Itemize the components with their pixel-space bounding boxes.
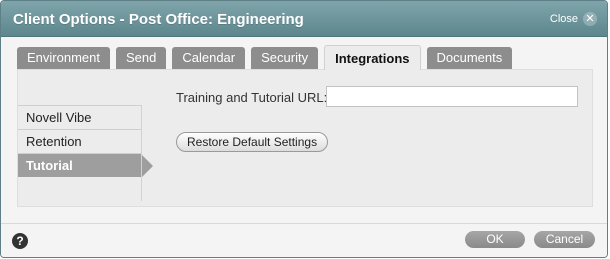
dialog-title: Client Options - Post Office: Engineerin… <box>13 11 304 28</box>
tab-security[interactable]: Security <box>251 47 319 69</box>
sidebar-item-retention[interactable]: Retention <box>18 129 141 153</box>
tab-documents[interactable]: Documents <box>426 47 513 69</box>
integrations-panel: Novell Vibe Retention Tutorial Training … <box>17 69 593 207</box>
tab-integrations[interactable]: Integrations <box>324 45 421 70</box>
tab-environment[interactable]: Environment <box>17 47 110 69</box>
sidebar-item-tutorial[interactable]: Tutorial <box>18 153 153 178</box>
sidebar-divider <box>141 105 142 201</box>
tutorial-url-input[interactable] <box>326 86 578 107</box>
dialog-footer: ? OK Cancel <box>1 223 607 257</box>
tab-calendar[interactable]: Calendar <box>172 47 246 69</box>
integrations-sidebar: Novell Vibe Retention Tutorial <box>18 105 153 178</box>
client-options-dialog: Client Options - Post Office: Engineerin… <box>0 0 608 258</box>
tutorial-url-label: Training and Tutorial URL: <box>176 90 328 105</box>
close-label: Close <box>549 13 578 25</box>
ok-button[interactable]: OK <box>465 231 525 248</box>
close-button[interactable]: Close ✕ <box>550 11 597 27</box>
dialog-titlebar[interactable]: Client Options - Post Office: Engineerin… <box>1 1 607 37</box>
sidebar-item-novell-vibe[interactable]: Novell Vibe <box>18 105 141 129</box>
help-icon[interactable]: ? <box>12 233 28 249</box>
restore-default-settings-button[interactable]: Restore Default Settings <box>176 132 329 152</box>
tab-send[interactable]: Send <box>115 47 167 69</box>
cancel-button[interactable]: Cancel <box>534 231 595 248</box>
close-icon[interactable]: ✕ <box>583 12 597 26</box>
tab-bar: Environment Send Calendar Security Integ… <box>17 45 513 70</box>
